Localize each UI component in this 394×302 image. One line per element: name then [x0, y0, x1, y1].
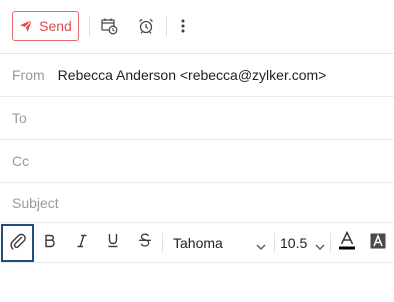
to-row: To [0, 97, 394, 140]
to-label: To [12, 110, 27, 126]
underline-icon [107, 233, 119, 253]
font-color-button[interactable] [334, 223, 360, 263]
italic-icon [76, 234, 88, 253]
from-label: From [12, 67, 45, 83]
font-color-icon [338, 230, 356, 256]
font-family-value: Tahoma [173, 235, 223, 251]
font-size-value: 10.5 [280, 235, 308, 251]
cc-field[interactable] [29, 140, 394, 182]
schedule-send-icon [100, 17, 118, 35]
font-size-select[interactable]: 10.5 [276, 223, 328, 263]
font-family-select[interactable]: Tahoma [164, 223, 272, 263]
chevron-down-icon [256, 238, 266, 256]
bold-icon [44, 234, 56, 253]
cc-row: Cc [0, 140, 394, 183]
bold-button[interactable] [38, 223, 62, 263]
highlight-color-icon [370, 233, 386, 254]
subject-label: Subject [12, 194, 59, 211]
underline-button[interactable] [101, 223, 125, 263]
compose-window: Send From Rebecca Anderson <rebecca@zylk… [0, 0, 394, 302]
chevron-down-icon [315, 238, 325, 256]
format-toolbar: Tahoma 10.5 [0, 222, 394, 263]
format-divider [274, 233, 275, 253]
send-icon [19, 19, 33, 33]
toolbar-divider [166, 16, 167, 36]
from-address[interactable]: Rebecca Anderson <rebecca@zylker.com> [58, 67, 327, 83]
subject-field[interactable] [59, 181, 394, 224]
strikethrough-icon [138, 233, 152, 253]
italic-button[interactable] [70, 223, 94, 263]
cc-label: Cc [12, 153, 30, 169]
reminder-alarm-icon [137, 17, 155, 35]
highlight-color-button[interactable] [366, 223, 390, 263]
from-row: From Rebecca Anderson <rebecca@zylker.co… [0, 54, 394, 97]
subject-row: Subject [0, 181, 394, 224]
send-button[interactable]: Send [12, 11, 79, 41]
to-field[interactable] [27, 97, 394, 139]
schedule-send-button[interactable] [97, 14, 121, 38]
reminder-button[interactable] [134, 14, 158, 38]
attachment-icon [9, 232, 26, 255]
send-button-label: Send [39, 18, 72, 34]
toolbar-divider [89, 16, 90, 36]
compose-toolbar: Send [0, 0, 394, 54]
attach-button[interactable] [1, 224, 34, 262]
more-options-icon [180, 18, 186, 34]
more-options-button[interactable] [171, 14, 195, 38]
format-divider [330, 233, 331, 253]
strikethrough-button[interactable] [133, 223, 157, 263]
format-divider [162, 233, 163, 253]
